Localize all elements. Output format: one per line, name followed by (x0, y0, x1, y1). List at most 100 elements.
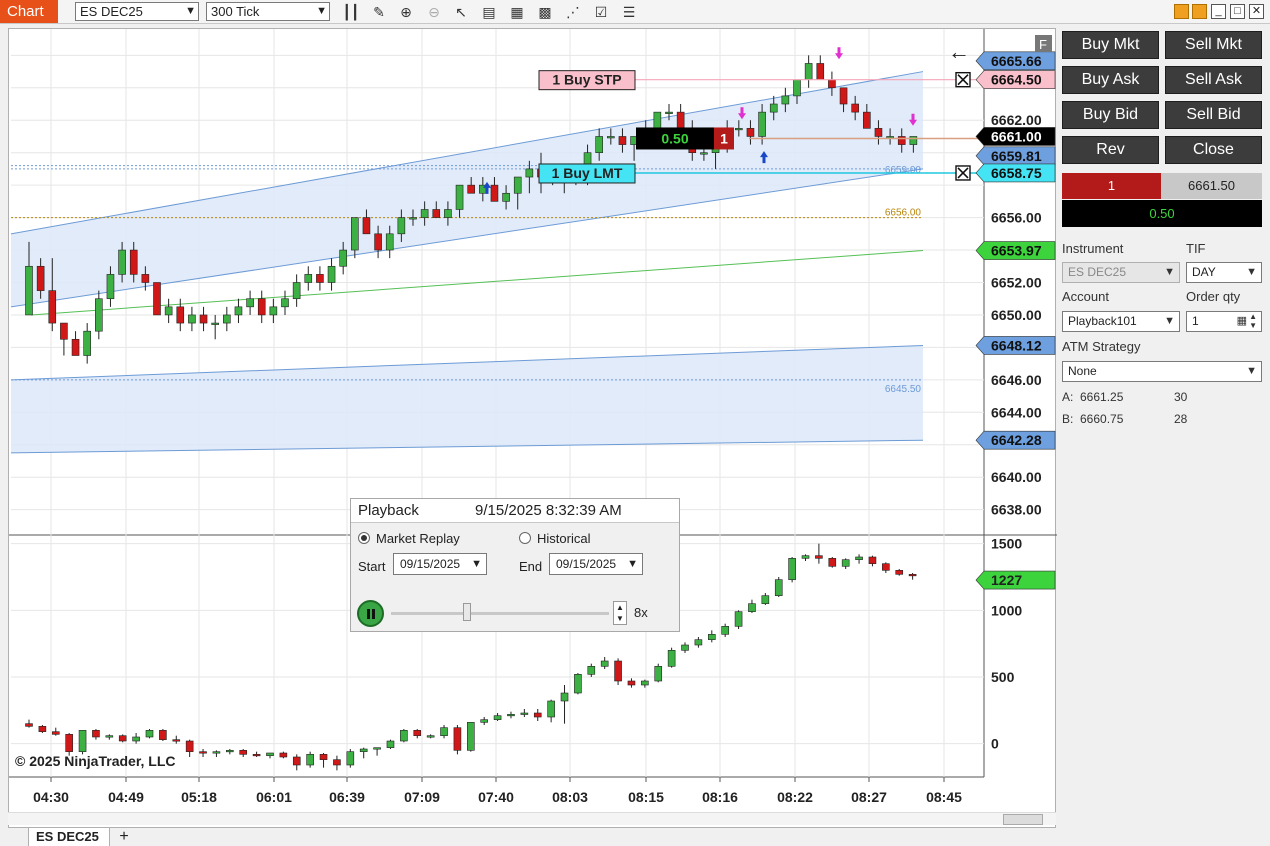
maximize-icon[interactable]: □ (1230, 4, 1245, 19)
instrument-list-icon[interactable]: ☰ (620, 3, 638, 21)
time-label: 05:18 (181, 789, 217, 805)
candle-down (432, 209, 441, 218)
volume-candle-up (359, 748, 368, 752)
candle-down (48, 290, 57, 324)
candle-up (397, 217, 406, 235)
candle-down (374, 233, 382, 251)
price-chart[interactable]: 6659.00 6656.00 6645.50 1 Buy STP 1 Buy LMT… (9, 29, 1057, 829)
volume-candle-down (413, 730, 422, 736)
zoom-in-icon[interactable]: ⊕ (397, 3, 415, 21)
volume-candle-up (105, 735, 114, 738)
bar-type-select[interactable]: 300 Tick ▼ (206, 2, 330, 21)
chart-properties-icon[interactable]: ▦ (508, 3, 526, 21)
account-select[interactable]: Playback101 ▼ (1062, 311, 1180, 332)
volume-candle-up (507, 714, 515, 717)
candle-up (781, 95, 790, 105)
drawing-tool-icon[interactable]: ✎ (370, 3, 388, 21)
volume-candle-up (78, 730, 87, 752)
historical-radio[interactable]: Historical (519, 531, 590, 546)
back-arrow-icon: ← (948, 39, 970, 64)
tif-label: TIF (1186, 241, 1206, 256)
add-tab-button[interactable]: + (114, 828, 134, 846)
templates-icon[interactable]: ☑ (592, 3, 610, 21)
volume-candle-up (560, 692, 569, 702)
volume-candle-down (279, 752, 288, 758)
candle-down (129, 249, 138, 275)
pointer-icon[interactable]: ↖ (452, 3, 470, 21)
candle-up (409, 217, 417, 220)
f-marker: F (1039, 37, 1047, 52)
chevron-down-icon: ▼ (627, 558, 638, 570)
instrument-field[interactable]: ES DEC25 ▼ (1062, 262, 1180, 283)
candle-up (385, 233, 394, 251)
spinner-icon[interactable]: ▲ ▼ (1249, 312, 1257, 330)
close-position-button[interactable]: Close (1165, 136, 1262, 164)
time-label: 06:39 (329, 789, 365, 805)
tif-select[interactable]: DAY ▼ (1186, 262, 1262, 283)
time-label: 08:27 (851, 789, 887, 805)
candle-up (502, 192, 510, 202)
instrument-select[interactable]: ES DEC25 ▼ (75, 2, 199, 21)
minimize-icon[interactable]: _ (1211, 4, 1226, 19)
candle-up (118, 249, 126, 275)
bar-type-select-value: 300 Tick (211, 4, 260, 19)
indicators-icon[interactable]: ▩ (536, 3, 554, 21)
speed-spinner[interactable]: ▲ ▼ (613, 601, 627, 625)
playback-speed-thumb[interactable] (463, 603, 471, 621)
volume-candle-down (159, 730, 167, 740)
candle-down (863, 111, 871, 129)
lower-band-bottom-tag-text: 6642.28 (991, 432, 1042, 448)
zoom-out-icon[interactable]: ⊖ (425, 3, 443, 21)
candle-up (327, 265, 336, 283)
lower-band-price-tag-text: 6648.12 (991, 337, 1042, 353)
price-axis-label: 6650.00 (991, 307, 1042, 323)
sell-market-button[interactable]: Sell Mkt (1165, 31, 1262, 59)
chevron-down-icon: ▼ (1164, 266, 1175, 278)
volume-candle-up (734, 611, 743, 627)
reverse-button[interactable]: Rev (1062, 136, 1159, 164)
band-label: 6659.00 (885, 165, 922, 176)
buy-market-button[interactable]: Buy Mkt (1062, 31, 1159, 59)
calculator-icon[interactable]: ▦ (1237, 312, 1247, 331)
pause-button[interactable] (357, 600, 384, 627)
bar-type-icon[interactable]: ┃┃ (342, 3, 360, 21)
candle-up (304, 274, 313, 283)
volume-candle-down (333, 759, 341, 766)
scrollbar-thumb[interactable] (1003, 814, 1043, 825)
time-label: 08:03 (552, 789, 588, 805)
bid-label: B: (1062, 412, 1074, 426)
sell-ask-button[interactable]: Sell Ask (1165, 66, 1262, 94)
strategies-icon[interactable]: ⋰ (564, 3, 582, 21)
volume-candle-up (426, 735, 435, 738)
chevron-down-icon: ▼ (471, 558, 482, 570)
data-box-icon[interactable]: ▤ (480, 3, 498, 21)
playback-speed-track[interactable] (391, 612, 609, 615)
volume-candle-up (654, 666, 663, 682)
candle-up (281, 298, 289, 308)
end-date-picker[interactable]: 09/15/2025 ▼ (549, 553, 643, 575)
position-pnl-label: 0.50 (661, 130, 688, 146)
order-qty-stepper[interactable]: 1 ▦ ▲ ▼ (1186, 311, 1262, 332)
tab-color-icon[interactable] (1192, 4, 1207, 19)
volume-candle-up (841, 559, 850, 567)
tab-es-dec25[interactable]: ES DEC25 (28, 827, 110, 846)
chart-panel[interactable]: 6659.00 6656.00 6645.50 1 Buy STP 1 Buy LMT… (8, 28, 1057, 829)
bid-size: 28 (1174, 412, 1188, 426)
horizontal-scrollbar[interactable] (8, 812, 1056, 825)
buy-ask-button[interactable]: Buy Ask (1062, 66, 1159, 94)
candle-up (595, 136, 603, 153)
playback-title: Playback (358, 502, 419, 519)
copyright-text: © 2025 NinjaTrader, LLC (15, 753, 176, 769)
close-icon[interactable]: ✕ (1249, 4, 1264, 19)
candle-down (60, 322, 68, 340)
market-replay-radio[interactable]: Market Replay (358, 531, 460, 546)
playback-speed-value: 8x (634, 605, 648, 620)
candle-up (769, 103, 778, 113)
buy-bid-button[interactable]: Buy Bid (1062, 101, 1159, 129)
atm-strategy-select[interactable]: None ▼ (1062, 361, 1262, 382)
chart-tab[interactable]: Chart (0, 0, 58, 23)
sell-bid-button[interactable]: Sell Bid (1165, 101, 1262, 129)
regression-channel: 6659.00 6656.00 6645.50 (10, 71, 924, 454)
start-date-picker[interactable]: 09/15/2025 ▼ (393, 553, 487, 575)
link-color-icon[interactable] (1174, 4, 1189, 19)
